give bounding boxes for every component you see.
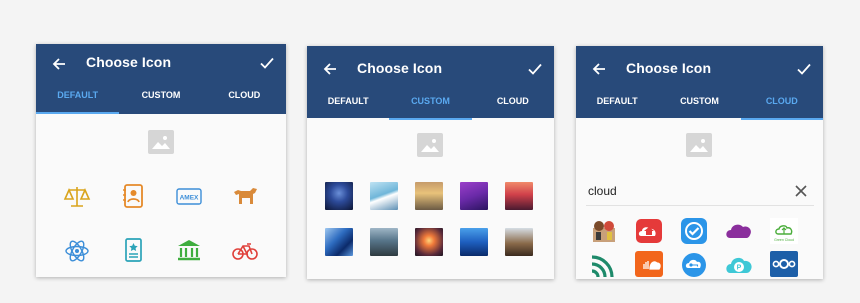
- tab-default[interactable]: DEFAULT: [307, 92, 389, 120]
- tab-cloud[interactable]: CLOUD: [472, 92, 554, 120]
- bank-icon[interactable]: [175, 238, 203, 264]
- app-bar: Choose Icon DEFAULT CUSTOM CLOUD: [307, 46, 554, 120]
- dog-icon[interactable]: [231, 183, 259, 209]
- cabin-image[interactable]: [505, 228, 533, 256]
- amex-label: AMEX: [180, 195, 199, 202]
- page-title: Choose Icon: [86, 54, 172, 70]
- cloud-character-icon[interactable]: [590, 218, 618, 244]
- tab-custom[interactable]: CUSTOM: [389, 92, 472, 120]
- wifi-signal-icon[interactable]: [590, 251, 618, 277]
- search-underline: [586, 205, 814, 206]
- rocky-coast-image[interactable]: [370, 228, 398, 256]
- close-icon[interactable]: [794, 184, 808, 198]
- back-arrow-icon[interactable]: [50, 55, 68, 73]
- cloud-key-icon[interactable]: [680, 251, 708, 277]
- page-title: Choose Icon: [626, 60, 712, 76]
- image-placeholder-icon[interactable]: [417, 133, 443, 157]
- tab-default[interactable]: DEFAULT: [36, 86, 120, 114]
- night-sky-image[interactable]: [325, 182, 353, 210]
- tab-bar: DEFAULT CUSTOM CLOUD: [36, 86, 286, 114]
- app-bar: Choose Icon DEFAULT CUSTOM CLOUD: [36, 44, 286, 114]
- screen-default: Choose Icon DEFAULT CUSTOM CLOUD AMEX: [36, 44, 286, 277]
- confirm-check-icon[interactable]: [526, 60, 544, 78]
- amex-card-icon[interactable]: AMEX: [175, 184, 203, 210]
- dusk-landscape-image[interactable]: [415, 182, 443, 210]
- search-input[interactable]: cloud: [588, 184, 617, 198]
- bicycle-icon[interactable]: [231, 238, 259, 264]
- confirm-check-icon[interactable]: [795, 60, 813, 78]
- parking-cloud-icon[interactable]: P: [725, 251, 753, 277]
- image-placeholder-icon[interactable]: [148, 130, 174, 154]
- green-cloud-caption: Green Cloud: [774, 238, 794, 242]
- purple-sky-image[interactable]: [460, 182, 488, 210]
- atom-icon[interactable]: [63, 238, 91, 264]
- tab-default[interactable]: DEFAULT: [576, 92, 658, 120]
- tab-custom[interactable]: CUSTOM: [119, 86, 202, 114]
- mountain-image[interactable]: [370, 182, 398, 210]
- tab-bar: DEFAULT CUSTOM CLOUD: [307, 92, 554, 120]
- back-arrow-icon[interactable]: [590, 60, 608, 78]
- tab-cloud[interactable]: CLOUD: [203, 86, 286, 114]
- sunset-horizon-image[interactable]: [415, 228, 443, 256]
- screen-custom: Choose Icon DEFAULT CUSTOM CLOUD: [307, 46, 554, 279]
- blue-sea-image[interactable]: [460, 228, 488, 256]
- nextcloud-icon[interactable]: [770, 251, 798, 277]
- blue-diagonal-image[interactable]: [325, 228, 353, 256]
- confirm-check-icon[interactable]: [258, 54, 276, 72]
- svg-text:P: P: [737, 265, 742, 272]
- check-task-icon[interactable]: [680, 218, 708, 244]
- tab-custom[interactable]: CUSTOM: [658, 92, 740, 120]
- tab-cloud[interactable]: CLOUD: [740, 92, 823, 120]
- id-badge-icon[interactable]: [119, 237, 147, 263]
- scales-icon[interactable]: [63, 184, 91, 210]
- red-sunset-image[interactable]: [505, 182, 533, 210]
- home-cloud-icon[interactable]: [635, 218, 663, 244]
- green-cloud-icon[interactable]: Green Cloud: [770, 218, 798, 244]
- contact-book-icon[interactable]: [119, 183, 147, 209]
- soundcloud-icon[interactable]: [635, 251, 663, 277]
- screen-cloud: Choose Icon DEFAULT CUSTOM CLOUD cloud G…: [576, 46, 823, 279]
- app-bar: Choose Icon DEFAULT CUSTOM CLOUD: [576, 46, 823, 120]
- purple-cloud-icon[interactable]: [725, 218, 753, 244]
- page-title: Choose Icon: [357, 60, 443, 76]
- back-arrow-icon[interactable]: [321, 60, 339, 78]
- tab-bar: DEFAULT CUSTOM CLOUD: [576, 92, 823, 120]
- image-placeholder-icon[interactable]: [686, 133, 712, 157]
